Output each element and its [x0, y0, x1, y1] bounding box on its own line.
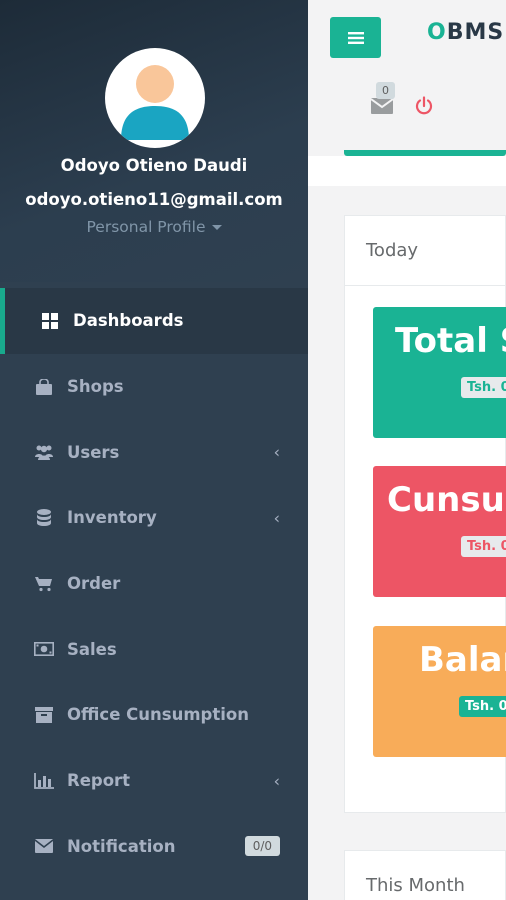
sidebar-item-notification[interactable]: Notification 0/0: [0, 814, 308, 880]
personal-profile-label: Personal Profile: [86, 218, 206, 236]
sidebar-item-label: Notification: [67, 836, 176, 856]
bar-chart-icon: [34, 772, 54, 790]
sidebar-item-label: Office Cunsumption: [67, 705, 249, 725]
brand-logo[interactable]: OBMS: [427, 20, 504, 45]
sidebar-item-report[interactable]: Report ‹: [0, 748, 308, 814]
sidebar-item-shops[interactable]: Shops: [0, 354, 308, 420]
money-icon: [34, 640, 54, 658]
tile-title: Total S: [395, 321, 506, 361]
avatar[interactable]: [105, 48, 205, 148]
mail-icon[interactable]: [370, 97, 394, 119]
today-panel-title: Today: [345, 216, 505, 286]
user-avatar-icon: [121, 65, 189, 140]
cart-icon: [34, 575, 54, 593]
notification-badge: 0/0: [244, 836, 280, 857]
today-panel: Today Total S Tsh. 0 Cunsup Tsh. 0 Balar…: [344, 215, 506, 813]
sidebar-item-sales[interactable]: Sales: [0, 616, 308, 682]
personal-profile-dropdown[interactable]: Personal Profile: [0, 218, 308, 236]
sidebar-item-order[interactable]: Order: [0, 551, 308, 617]
tile-title: Cunsup: [387, 480, 506, 520]
profile-email: odoyo.otieno11@gmail.com: [25, 190, 283, 209]
database-icon: [34, 508, 54, 527]
page-heading-strip: [308, 156, 506, 186]
tile-amount-badge: Tsh. 0: [461, 536, 506, 557]
menu-toggle-button[interactable]: [330, 17, 381, 58]
sidebar: Odoyo Otieno Daudi odoyo.otieno11@gmail.…: [0, 0, 308, 900]
sidebar-item-label: Dashboards: [73, 311, 184, 331]
sidebar-item-label: Order: [67, 574, 121, 594]
logo-text: BMS: [446, 20, 505, 45]
mail-count-badge: 0: [376, 82, 395, 99]
tile-amount-badge: Tsh. 0: [461, 377, 506, 398]
top-navbar: OBMS 0: [308, 0, 506, 156]
archive-icon: [34, 706, 54, 724]
chevron-left-icon: ‹: [273, 442, 280, 462]
sidebar-item-office-cunsumption[interactable]: Office Cunsumption: [0, 682, 308, 748]
profile-name: Odoyo Otieno Daudi: [60, 156, 248, 175]
tile-amount-badge: Tsh. 0: [459, 696, 506, 717]
logo-letter: O: [427, 20, 447, 45]
grid-icon: [40, 312, 60, 330]
consumption-tile: Cunsup Tsh. 0: [373, 466, 506, 597]
sidebar-item-inventory[interactable]: Inventory ‹: [0, 485, 308, 551]
sidebar-item-label: Sales: [67, 639, 117, 659]
chevron-left-icon: ‹: [273, 771, 280, 791]
balance-tile: Balar Tsh. 0: [373, 626, 506, 757]
users-icon: [34, 443, 54, 461]
caret-down-icon: [211, 225, 222, 230]
tile-title: Balar: [419, 640, 506, 680]
profile-section: Odoyo Otieno Daudi odoyo.otieno11@gmail.…: [0, 0, 308, 282]
envelope-icon: [34, 837, 54, 855]
hamburger-icon: [347, 31, 364, 44]
total-sales-tile: Total S Tsh. 0: [373, 307, 506, 438]
shopping-bag-icon: [34, 378, 54, 396]
sidebar-item-users[interactable]: Users ‹: [0, 419, 308, 485]
this-month-panel-title: This Month: [366, 875, 465, 896]
sidebar-item-label: Report: [67, 771, 131, 791]
sidebar-item-label: Users: [67, 442, 120, 462]
power-logout-icon[interactable]: [414, 96, 434, 120]
sidebar-item-label: Shops: [67, 377, 124, 397]
this-month-panel: This Month: [344, 850, 506, 900]
chevron-left-icon: ‹: [273, 508, 280, 528]
sidebar-item-dashboards[interactable]: Dashboards: [0, 288, 308, 354]
sidebar-item-label: Inventory: [67, 508, 157, 528]
sidebar-nav: Dashboards Shops Users ‹ Inventory ‹ Ord…: [0, 288, 308, 879]
